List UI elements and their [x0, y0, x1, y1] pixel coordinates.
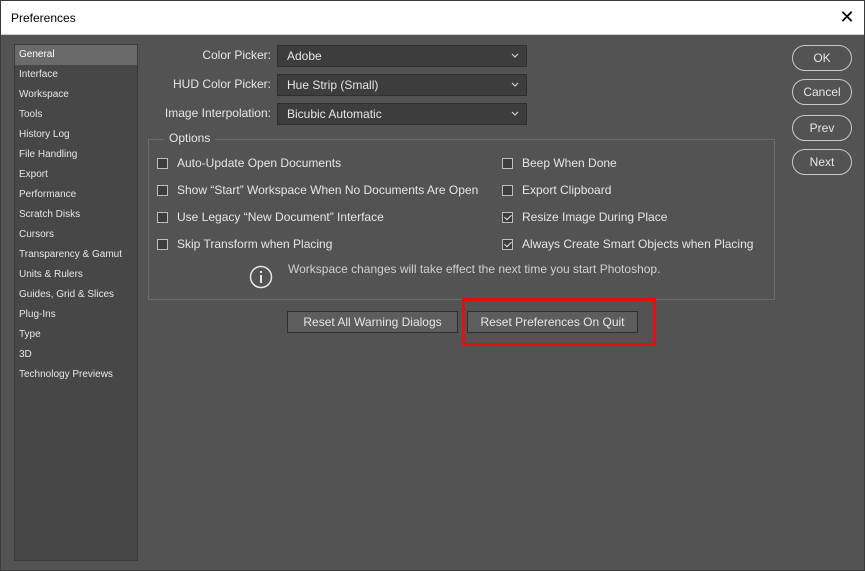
sidebar-item-workspace[interactable]: Workspace	[15, 85, 137, 105]
sidebar-item-export[interactable]: Export	[15, 165, 137, 185]
sidebar-item-guides-grid-slices[interactable]: Guides, Grid & Slices	[15, 285, 137, 305]
sidebar-item-performance[interactable]: Performance	[15, 185, 137, 205]
category-list: General Interface Workspace Tools Histor…	[14, 44, 138, 561]
hud-color-picker-label: HUD Color Picker:	[172, 77, 271, 91]
cancel-button[interactable]: Cancel	[792, 79, 852, 105]
close-icon[interactable]: ✕	[830, 1, 864, 34]
checkbox-box	[502, 157, 513, 169]
checkbox-label: Always Create Smart Objects when Placing	[522, 237, 754, 251]
hud-color-picker-select[interactable]: Hue Strip (Small)	[277, 74, 527, 96]
sidebar-item-general[interactable]: General	[15, 45, 137, 65]
color-picker-label: Color Picker:	[202, 48, 271, 62]
color-picker-value: Adobe	[287, 49, 322, 63]
info-icon	[249, 265, 273, 289]
window-title: Preferences	[11, 11, 76, 25]
sidebar-item-cursors[interactable]: Cursors	[15, 225, 137, 245]
info-message: Workspace changes will take effect the n…	[288, 262, 661, 276]
chevron-down-icon	[511, 82, 519, 87]
ok-button[interactable]: OK	[792, 45, 852, 71]
checkbox-label: Resize Image During Place	[522, 210, 668, 224]
export-clipboard-checkbox[interactable]: Export Clipboard	[502, 182, 611, 198]
checkbox-box	[157, 238, 168, 250]
prev-button[interactable]: Prev	[792, 115, 852, 141]
show-start-workspace-checkbox[interactable]: Show “Start” Workspace When No Documents…	[157, 182, 478, 198]
sidebar-item-type[interactable]: Type	[15, 325, 137, 345]
use-legacy-new-document-checkbox[interactable]: Use Legacy “New Document” Interface	[157, 209, 384, 225]
options-legend: Options	[164, 131, 216, 145]
preferences-dialog: Preferences ✕ General Interface Workspac…	[0, 0, 865, 571]
checkbox-box	[157, 157, 168, 169]
skip-transform-checkbox[interactable]: Skip Transform when Placing	[157, 236, 332, 252]
sidebar-item-transparency-gamut[interactable]: Transparency & Gamut	[15, 245, 137, 265]
always-create-smart-objects-checkbox[interactable]: Always Create Smart Objects when Placing	[502, 236, 753, 252]
checkbox-label: Auto-Update Open Documents	[177, 156, 342, 170]
image-interpolation-select[interactable]: Bicubic Automatic	[277, 103, 527, 125]
highlight-box	[462, 298, 656, 346]
checkbox-label: Skip Transform when Placing	[177, 237, 333, 251]
color-picker-select[interactable]: Adobe	[277, 45, 527, 67]
checkbox-label: Use Legacy “New Document” Interface	[177, 210, 384, 224]
image-interpolation-label: Image Interpolation:	[164, 106, 271, 120]
sidebar-item-interface[interactable]: Interface	[15, 65, 137, 85]
next-button[interactable]: Next	[792, 149, 852, 175]
sidebar-item-scratch-disks[interactable]: Scratch Disks	[15, 205, 137, 225]
chevron-down-icon	[511, 111, 519, 116]
checkbox-box-checked	[502, 238, 513, 250]
checkbox-box-checked	[502, 211, 513, 223]
sidebar-item-technology-previews[interactable]: Technology Previews	[15, 365, 137, 385]
resize-image-during-place-checkbox[interactable]: Resize Image During Place	[502, 209, 667, 225]
chevron-down-icon	[511, 53, 519, 58]
sidebar-item-tools[interactable]: Tools	[15, 105, 137, 125]
checkbox-box	[157, 184, 168, 196]
sidebar-item-history-log[interactable]: History Log	[15, 125, 137, 145]
beep-when-done-checkbox[interactable]: Beep When Done	[502, 155, 617, 171]
sidebar-item-file-handling[interactable]: File Handling	[15, 145, 137, 165]
checkbox-label: Export Clipboard	[522, 183, 612, 197]
hud-color-picker-value: Hue Strip (Small)	[287, 78, 379, 92]
checkbox-box	[157, 211, 168, 223]
checkbox-box	[502, 184, 513, 196]
sidebar-item-plug-ins[interactable]: Plug-Ins	[15, 305, 137, 325]
checkbox-label: Show “Start” Workspace When No Documents…	[177, 183, 479, 197]
reset-all-warning-dialogs-button[interactable]: Reset All Warning Dialogs	[287, 311, 458, 333]
auto-update-open-documents-checkbox[interactable]: Auto-Update Open Documents	[157, 155, 341, 171]
image-interpolation-value: Bicubic Automatic	[287, 107, 382, 121]
sidebar-item-units-rulers[interactable]: Units & Rulers	[15, 265, 137, 285]
title-bar: Preferences ✕	[1, 1, 864, 35]
sidebar-item-3d[interactable]: 3D	[15, 345, 137, 365]
checkbox-label: Beep When Done	[522, 156, 617, 170]
